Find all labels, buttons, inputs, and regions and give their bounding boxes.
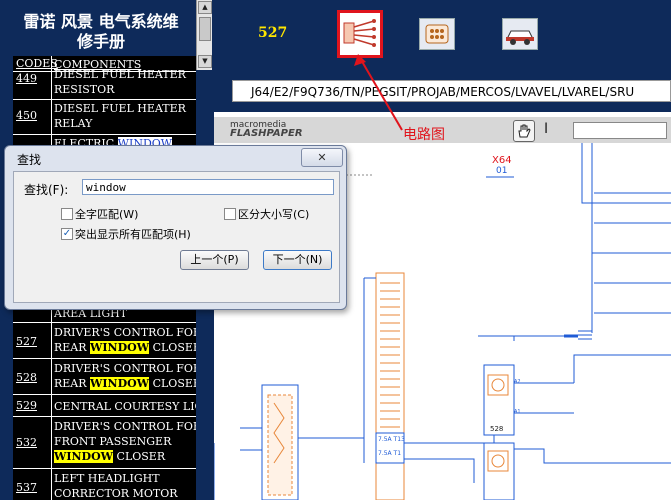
component-box-label: 528: [490, 425, 503, 433]
previous-button[interactable]: 上一个(P): [180, 250, 249, 270]
connector-id: X64: [492, 155, 512, 166]
close-button[interactable]: ✕: [301, 148, 343, 167]
search-highlight: WINDOW: [90, 377, 150, 390]
svg-text:A1: A1: [514, 409, 521, 415]
flashpaper-search-input[interactable]: [573, 122, 667, 139]
row-code[interactable]: 449: [16, 72, 52, 85]
vehicle-button[interactable]: [502, 18, 538, 50]
dialog-title: 查找: [17, 153, 42, 167]
whole-word-label: 全字匹配(W): [75, 208, 139, 221]
search-highlight: WINDOW: [90, 341, 150, 354]
connector-button[interactable]: [419, 18, 455, 50]
flashpaper-brand: FLASHPAPER: [230, 128, 303, 139]
scrollbar-thumb[interactable]: [199, 17, 211, 41]
current-code: 527: [258, 25, 288, 41]
connector-icon: [425, 24, 449, 44]
row-line: WINDOW CLOSER: [54, 450, 166, 463]
find-dialog: 查找 ✕ 查找(F): window 全字匹配(W) 区分大小写(C) ✓ 突出…: [4, 145, 347, 310]
row-line: DRIVER'S CONTROL FOR: [54, 420, 196, 433]
row-code[interactable]: 450: [16, 109, 52, 122]
row-line: RESISTOR: [54, 83, 115, 96]
manual-title: 雷诺 风景 电气系统维 修手册: [10, 12, 192, 52]
whole-word-checkbox[interactable]: [61, 208, 73, 220]
hand-icon: [518, 124, 531, 138]
row-code[interactable]: 537: [16, 481, 52, 494]
row-component: DRIVER'S CONTROL FOR FRONT PASSENGER WIN…: [54, 419, 196, 464]
search-highlight: WINDOW: [54, 450, 114, 463]
vehicle-icon: [506, 30, 534, 45]
row-code[interactable]: 527: [16, 335, 52, 348]
table-row[interactable]: 449 DIESEL FUEL HEATER RESISTOR: [13, 68, 196, 99]
row-line: DIESEL FUEL HEATER: [54, 68, 186, 81]
row-code[interactable]: 529: [16, 399, 52, 412]
row-line: LEFT HEADLIGHT: [54, 472, 160, 485]
table-row[interactable]: 537 LEFT HEADLIGHT CORRECTOR MOTOR: [13, 469, 196, 500]
highlight-all-checkbox[interactable]: ✓: [61, 228, 73, 240]
path-field[interactable]: J64/E2/F9Q736/TN/PEGSIT/PROJAB/MERCOS/LV…: [232, 80, 671, 102]
manual-title-line1: 雷诺 风景 电气系统维: [23, 12, 179, 31]
scroll-down-arrow-icon[interactable]: ▼: [198, 55, 212, 68]
row-line: DRIVER'S CONTROL FOR: [54, 326, 196, 339]
scroll-up-arrow-icon[interactable]: ▲: [198, 1, 212, 14]
annotation-arrow: [354, 54, 403, 131]
row-component: DRIVER'S CONTROL FOR REAR WINDOW CLOSER: [54, 325, 196, 355]
next-button[interactable]: 下一个(N): [263, 250, 332, 270]
connector-sub: 01: [496, 166, 507, 176]
table-row[interactable]: 528 DRIVER'S CONTROL FOR REAR WINDOW CLO…: [13, 359, 196, 393]
row-line: FRONT PASSENGER: [54, 435, 172, 448]
row-code[interactable]: 532: [16, 436, 52, 449]
hand-tool-button[interactable]: [513, 120, 535, 142]
row-code[interactable]: 528: [16, 371, 52, 384]
row-line: RELAY: [54, 117, 93, 130]
row-line: CORRECTOR MOTOR: [54, 487, 178, 500]
header-codes: CODES: [16, 57, 58, 70]
fuse-label: 7.5A T13: [378, 436, 405, 443]
row-component: LEFT HEADLIGHT CORRECTOR MOTOR: [54, 471, 196, 500]
circuit-diagram-icon: [343, 19, 376, 47]
highlight-all-label: 突出显示所有匹配项(H): [75, 228, 191, 241]
match-case-checkbox[interactable]: [224, 208, 236, 220]
vertical-scrollbar[interactable]: ▲ ▼: [196, 0, 212, 70]
svg-text:A2: A2: [514, 379, 521, 385]
circuit-diagram-button[interactable]: [337, 10, 383, 58]
row-line: REAR WINDOW CLOSER: [54, 341, 196, 354]
fuse-label: 7.5A T1: [378, 450, 401, 457]
dialog-body: 查找(F): window 全字匹配(W) 区分大小写(C) ✓ 突出显示所有匹…: [13, 171, 340, 303]
row-line: DRIVER'S CONTROL FOR: [54, 362, 196, 375]
match-case-label: 区分大小写(C): [238, 208, 310, 221]
manual-title-line2: 修手册: [76, 32, 125, 51]
find-input[interactable]: window: [82, 179, 334, 195]
row-component: DIESEL FUEL HEATER RESISTOR: [54, 67, 196, 97]
text-cursor-icon[interactable]: I: [544, 121, 548, 137]
row-component: DRIVER'S CONTROL FOR REAR WINDOW CLOSER: [54, 361, 196, 391]
row-line: REAR WINDOW CLOSER: [54, 377, 196, 390]
row-line: DIESEL FUEL HEATER: [54, 102, 186, 115]
row-component: DIESEL FUEL HEATER RELAY: [54, 101, 196, 131]
table-row[interactable]: 532 DRIVER'S CONTROL FOR FRONT PASSENGER…: [13, 417, 196, 467]
table-row[interactable]: 450 DIESEL FUEL HEATER RELAY: [13, 100, 196, 134]
table-row[interactable]: 527 DRIVER'S CONTROL FOR REAR WINDOW CLO…: [13, 323, 196, 357]
find-label: 查找(F):: [24, 183, 69, 197]
row-component: CENTRAL COURTESY LIG: [54, 400, 196, 413]
table-row[interactable]: 529 CENTRAL COURTESY LIG: [13, 395, 196, 415]
